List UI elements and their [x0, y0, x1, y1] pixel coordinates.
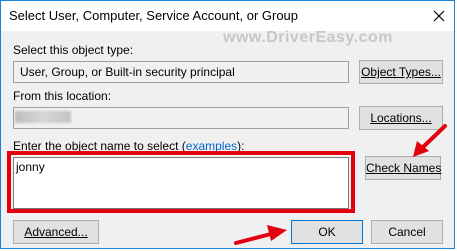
- examples-link[interactable]: examples: [186, 139, 237, 153]
- object-name-input[interactable]: jonny: [13, 157, 349, 209]
- ok-button-label: OK: [318, 225, 336, 239]
- arrow-to-check-names-icon: [413, 124, 447, 157]
- redacted-location: [15, 111, 71, 123]
- object-name-label-prefix: Enter the object name to select (: [13, 139, 186, 153]
- object-types-button-label: Object Types...: [361, 65, 441, 79]
- object-name-label: Enter the object name to select (example…: [13, 139, 244, 153]
- object-name-value: jonny: [16, 160, 45, 174]
- check-names-button-label: Check Names: [366, 161, 442, 175]
- cancel-button[interactable]: Cancel: [371, 220, 443, 244]
- ok-button[interactable]: OK: [291, 220, 363, 244]
- object-type-label: Select this object type:: [13, 43, 134, 57]
- object-type-field: User, Group, or Built-in security princi…: [13, 61, 349, 83]
- advanced-button-label: Advanced...: [24, 225, 88, 239]
- location-label: From this location:: [13, 89, 112, 103]
- cancel-button-label: Cancel: [388, 225, 426, 239]
- object-types-button[interactable]: Object Types...: [359, 60, 443, 84]
- watermark: www.DriverEasy.com: [223, 29, 393, 46]
- check-names-button[interactable]: Check Names: [365, 156, 441, 180]
- advanced-button[interactable]: Advanced...: [13, 220, 99, 244]
- select-user-dialog: Select User, Computer, Service Account, …: [0, 0, 455, 249]
- arrow-to-ok-icon: [234, 225, 287, 245]
- title-bar: Select User, Computer, Service Account, …: [1, 1, 454, 31]
- object-name-label-suffix: ):: [237, 139, 245, 153]
- close-icon[interactable]: [430, 7, 448, 25]
- dialog-title: Select User, Computer, Service Account, …: [9, 8, 299, 23]
